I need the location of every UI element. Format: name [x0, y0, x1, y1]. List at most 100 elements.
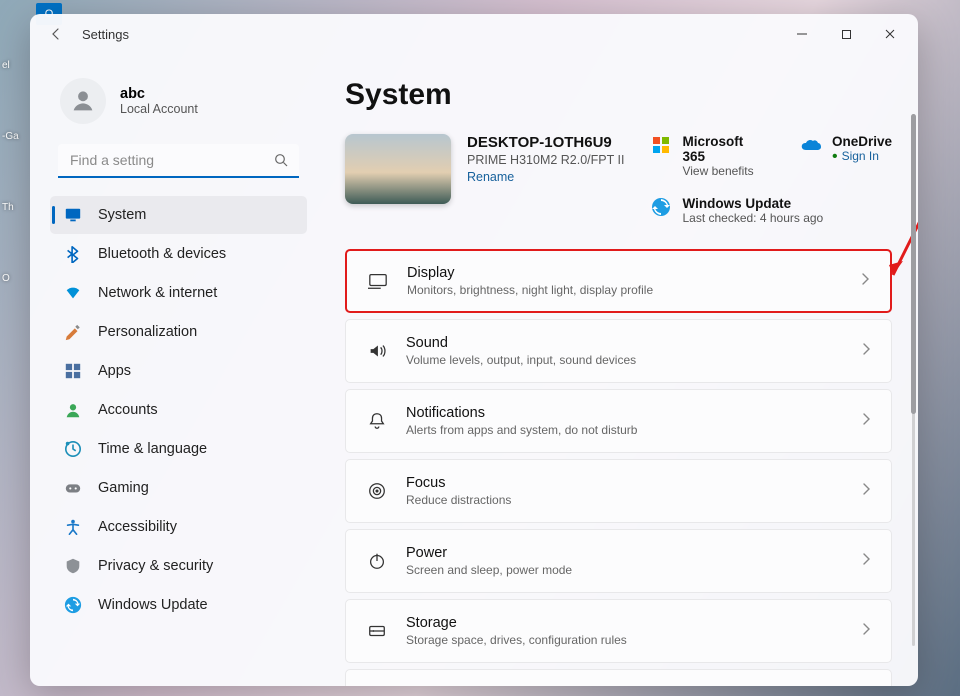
- search-icon: [273, 152, 289, 173]
- sidebar-item-label: Windows Update: [98, 597, 208, 613]
- hero-update-title: Windows Update: [682, 196, 823, 211]
- chevron-right-icon: [859, 342, 873, 361]
- window-maximize-button[interactable]: [824, 18, 868, 50]
- storage-icon: [366, 620, 388, 642]
- system-icon: [64, 206, 82, 224]
- gaming-icon: [64, 479, 82, 497]
- sidebar-item-label: Accounts: [98, 402, 158, 418]
- back-button[interactable]: [42, 20, 70, 48]
- desktop-background-sliver: el-GaThO: [0, 0, 30, 696]
- tile-title: Nearby sharing: [406, 685, 841, 686]
- avatar: [60, 78, 106, 124]
- hero-m365-sub: View benefits: [682, 164, 766, 178]
- tile-title: Notifications: [406, 405, 841, 421]
- window-close-button[interactable]: [868, 18, 912, 50]
- sidebar-item-gaming[interactable]: Gaming: [50, 469, 307, 507]
- network-icon: [64, 284, 82, 302]
- tile-storage[interactable]: Storage Storage space, drives, configura…: [345, 599, 892, 663]
- hero-m365-title: Microsoft 365: [682, 134, 766, 164]
- tile-title: Display: [407, 265, 840, 281]
- chevron-right-icon: [859, 622, 873, 641]
- sidebar-item-update[interactable]: Windows Update: [50, 586, 307, 624]
- hero-row: DESKTOP-1OTH6U9 PRIME H310M2 R2.0/FPT II…: [345, 134, 892, 225]
- sidebar-item-label: Network & internet: [98, 285, 217, 301]
- accounts-icon: [64, 401, 82, 419]
- window-title: Settings: [82, 27, 129, 42]
- hero-update-sub: Last checked: 4 hours ago: [682, 211, 823, 225]
- tile-power[interactable]: Power Screen and sleep, power mode: [345, 529, 892, 593]
- chevron-right-icon: [859, 482, 873, 501]
- sidebar-item-label: Bluetooth & devices: [98, 246, 226, 262]
- apps-icon: [64, 362, 82, 380]
- accessibility-icon: [64, 518, 82, 536]
- tile-subtitle: Alerts from apps and system, do not dist…: [406, 423, 841, 437]
- privacy-icon: [64, 557, 82, 575]
- display-icon: [367, 270, 389, 292]
- sidebar-item-privacy[interactable]: Privacy & security: [50, 547, 307, 585]
- hero-onedrive[interactable]: OneDrive •Sign In: [800, 134, 892, 178]
- titlebar: Settings: [30, 14, 918, 54]
- tile-title: Power: [406, 545, 841, 561]
- tile-title: Storage: [406, 615, 841, 631]
- tile-subtitle: Storage space, drives, configuration rul…: [406, 633, 841, 647]
- sidebar-item-label: System: [98, 207, 146, 223]
- tile-title: Focus: [406, 475, 841, 491]
- account-subtitle: Local Account: [120, 102, 198, 116]
- focus-icon: [366, 480, 388, 502]
- sidebar-item-accessibility[interactable]: Accessibility: [50, 508, 307, 546]
- tile-subtitle: Monitors, brightness, night light, displ…: [407, 283, 840, 297]
- sidebar-item-label: Privacy & security: [98, 558, 213, 574]
- sidebar-item-time[interactable]: Time & language: [50, 430, 307, 468]
- tile-subtitle: Volume levels, output, input, sound devi…: [406, 353, 841, 367]
- power-icon: [366, 550, 388, 572]
- tile-title: Sound: [406, 335, 841, 351]
- hero-onedrive-title: OneDrive: [832, 134, 892, 149]
- bluetooth-icon: [64, 245, 82, 263]
- chevron-right-icon: [858, 272, 872, 291]
- time-icon: [64, 440, 82, 458]
- search-input[interactable]: [58, 144, 299, 178]
- sound-icon: [366, 340, 388, 362]
- personalization-icon: [64, 323, 82, 341]
- main-panel: System DESKTOP-1OTH6U9 PRIME H310M2 R2.0…: [315, 54, 918, 686]
- tile-nearby[interactable]: Nearby sharing Discoverability, received…: [345, 669, 892, 686]
- desktop-preview-thumbnail: [345, 134, 451, 204]
- sidebar-item-label: Gaming: [98, 480, 149, 496]
- onedrive-icon: [800, 134, 822, 156]
- window-minimize-button[interactable]: [780, 18, 824, 50]
- scrollbar-thumb[interactable]: [911, 114, 916, 414]
- sidebar-item-label: Personalization: [98, 324, 197, 340]
- windows-update-icon: [650, 196, 672, 218]
- update-icon: [64, 596, 82, 614]
- tile-subtitle: Screen and sleep, power mode: [406, 563, 841, 577]
- settings-tile-list: Display Monitors, brightness, night ligh…: [345, 249, 892, 686]
- hero-m365[interactable]: Microsoft 365 View benefits: [650, 134, 766, 178]
- sidebar-item-system[interactable]: System: [50, 196, 307, 234]
- microsoft-365-icon: [650, 134, 672, 156]
- sidebar: abc Local Account System Bluetooth & dev…: [30, 54, 315, 686]
- rename-link[interactable]: Rename: [467, 170, 624, 184]
- chevron-right-icon: [859, 412, 873, 431]
- sidebar-item-network[interactable]: Network & internet: [50, 274, 307, 312]
- chevron-right-icon: [859, 552, 873, 571]
- tile-subtitle: Reduce distractions: [406, 493, 841, 507]
- sidebar-item-accounts[interactable]: Accounts: [50, 391, 307, 429]
- sidebar-item-label: Time & language: [98, 441, 207, 457]
- tile-sound[interactable]: Sound Volume levels, output, input, soun…: [345, 319, 892, 383]
- settings-window: Settings abc Local Account: [30, 14, 918, 686]
- tile-focus[interactable]: Focus Reduce distractions: [345, 459, 892, 523]
- tile-notif[interactable]: Notifications Alerts from apps and syste…: [345, 389, 892, 453]
- sidebar-item-apps[interactable]: Apps: [50, 352, 307, 390]
- page-title: System: [345, 78, 892, 112]
- nav-list: System Bluetooth & devices Network & int…: [50, 196, 307, 624]
- hero-windows-update[interactable]: Windows Update Last checked: 4 hours ago: [650, 196, 892, 225]
- sidebar-item-bluetooth[interactable]: Bluetooth & devices: [50, 235, 307, 273]
- sidebar-item-personalization[interactable]: Personalization: [50, 313, 307, 351]
- notif-icon: [366, 410, 388, 432]
- search-box[interactable]: [58, 144, 299, 178]
- pc-model: PRIME H310M2 R2.0/FPT II: [467, 153, 624, 167]
- account-block[interactable]: abc Local Account: [50, 62, 307, 144]
- pc-name: DESKTOP-1OTH6U9: [467, 134, 624, 151]
- sidebar-item-label: Accessibility: [98, 519, 177, 535]
- tile-display[interactable]: Display Monitors, brightness, night ligh…: [345, 249, 892, 313]
